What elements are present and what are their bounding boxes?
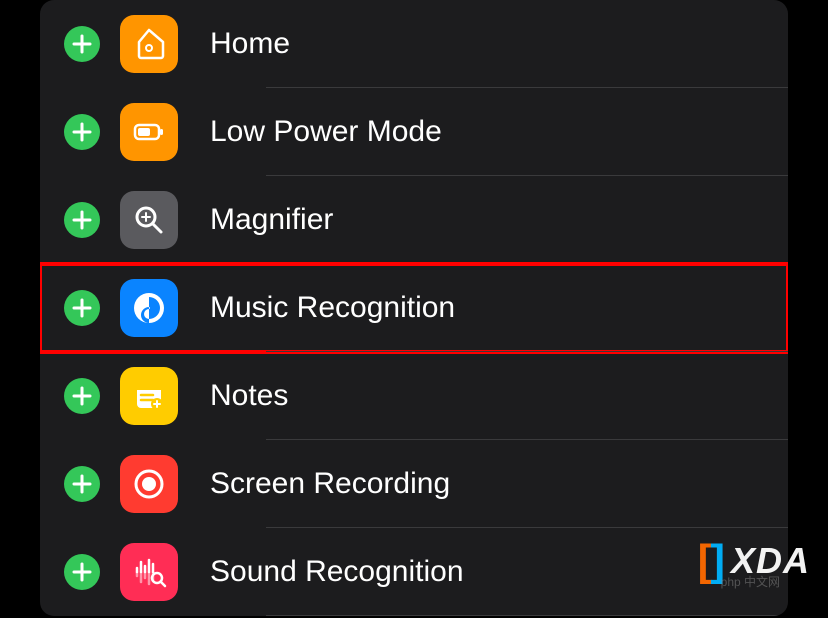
list-item[interactable]: Sound Recognition bbox=[40, 528, 788, 616]
notes-icon bbox=[120, 367, 178, 425]
item-label: Magnifier bbox=[210, 203, 788, 237]
watermark-subtext: php 中文网 bbox=[721, 573, 780, 590]
item-label: Home bbox=[210, 27, 788, 61]
list-item[interactable]: Low Power Mode bbox=[40, 88, 788, 176]
sound-recognition-icon bbox=[120, 543, 178, 601]
control-center-more-controls-list: Home Low Power Mode Magnifier Music Reco… bbox=[40, 0, 788, 616]
home-icon bbox=[120, 15, 178, 73]
plus-icon bbox=[72, 122, 92, 142]
plus-icon bbox=[72, 210, 92, 230]
screen-recording-icon bbox=[120, 455, 178, 513]
add-button[interactable] bbox=[64, 466, 100, 502]
list-item[interactable]: Screen Recording bbox=[40, 440, 788, 528]
list-item[interactable]: Music Recognition bbox=[40, 264, 788, 352]
watermark-bracket-icon: [] bbox=[698, 536, 723, 586]
music-recognition-icon bbox=[120, 279, 178, 337]
item-label: Notes bbox=[210, 379, 788, 413]
add-button[interactable] bbox=[64, 554, 100, 590]
add-button[interactable] bbox=[64, 202, 100, 238]
plus-icon bbox=[72, 474, 92, 494]
plus-icon bbox=[72, 562, 92, 582]
plus-icon bbox=[72, 34, 92, 54]
item-label: Music Recognition bbox=[210, 291, 788, 325]
add-button[interactable] bbox=[64, 114, 100, 150]
list-item[interactable]: Magnifier bbox=[40, 176, 788, 264]
list-item[interactable]: Home bbox=[40, 0, 788, 88]
add-button[interactable] bbox=[64, 26, 100, 62]
item-label: Screen Recording bbox=[210, 467, 788, 501]
add-button[interactable] bbox=[64, 290, 100, 326]
list-item[interactable]: Notes bbox=[40, 352, 788, 440]
low-power-icon bbox=[120, 103, 178, 161]
plus-icon bbox=[72, 298, 92, 318]
add-button[interactable] bbox=[64, 378, 100, 414]
item-label: Low Power Mode bbox=[210, 115, 788, 149]
plus-icon bbox=[72, 386, 92, 406]
magnifier-icon bbox=[120, 191, 178, 249]
